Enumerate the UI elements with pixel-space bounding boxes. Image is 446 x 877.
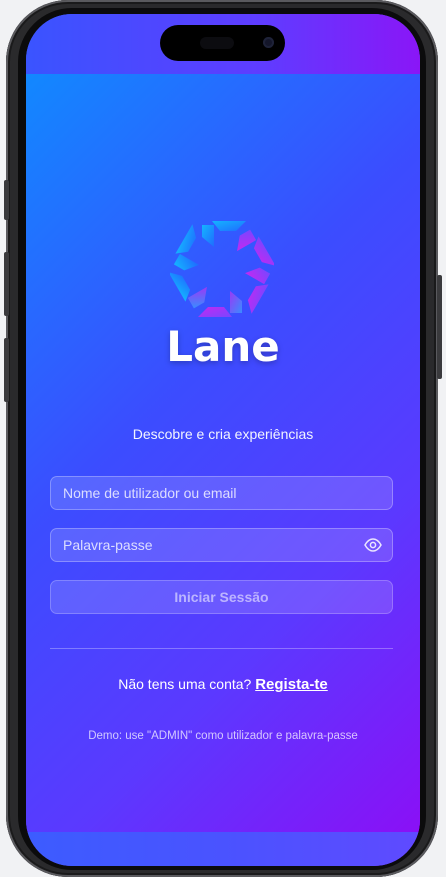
login-button[interactable]: Iniciar Sessão [50,580,393,614]
volume-down-button [4,338,9,402]
username-input[interactable] [51,477,392,509]
login-screen [26,74,420,832]
tagline: Descobre e cria experiências [132,426,314,442]
sensor-icon [200,37,234,49]
password-input[interactable] [51,529,392,561]
signup-prompt: Não tens uma conta? [118,676,252,692]
divider [50,648,393,649]
power-button [437,275,442,379]
home-indicator-area [26,832,420,866]
demo-note: Demo: use "ADMIN" como utilizador e pala… [88,730,358,742]
volume-up-button [4,252,9,316]
lane-logo-icon [170,221,274,317]
app-screen: Lane Descobre e cria experiências Inicia… [26,14,420,866]
signup-prompt-row: Não tens uma conta? Regista-te [26,676,420,693]
username-field[interactable] [50,476,393,510]
eye-icon[interactable] [364,538,382,552]
front-camera-icon [263,37,274,48]
signup-link[interactable]: Regista-te [255,676,328,693]
dynamic-island [160,25,285,61]
password-field[interactable] [50,528,393,562]
app-name: Lane [166,322,280,371]
action-button [4,180,9,220]
